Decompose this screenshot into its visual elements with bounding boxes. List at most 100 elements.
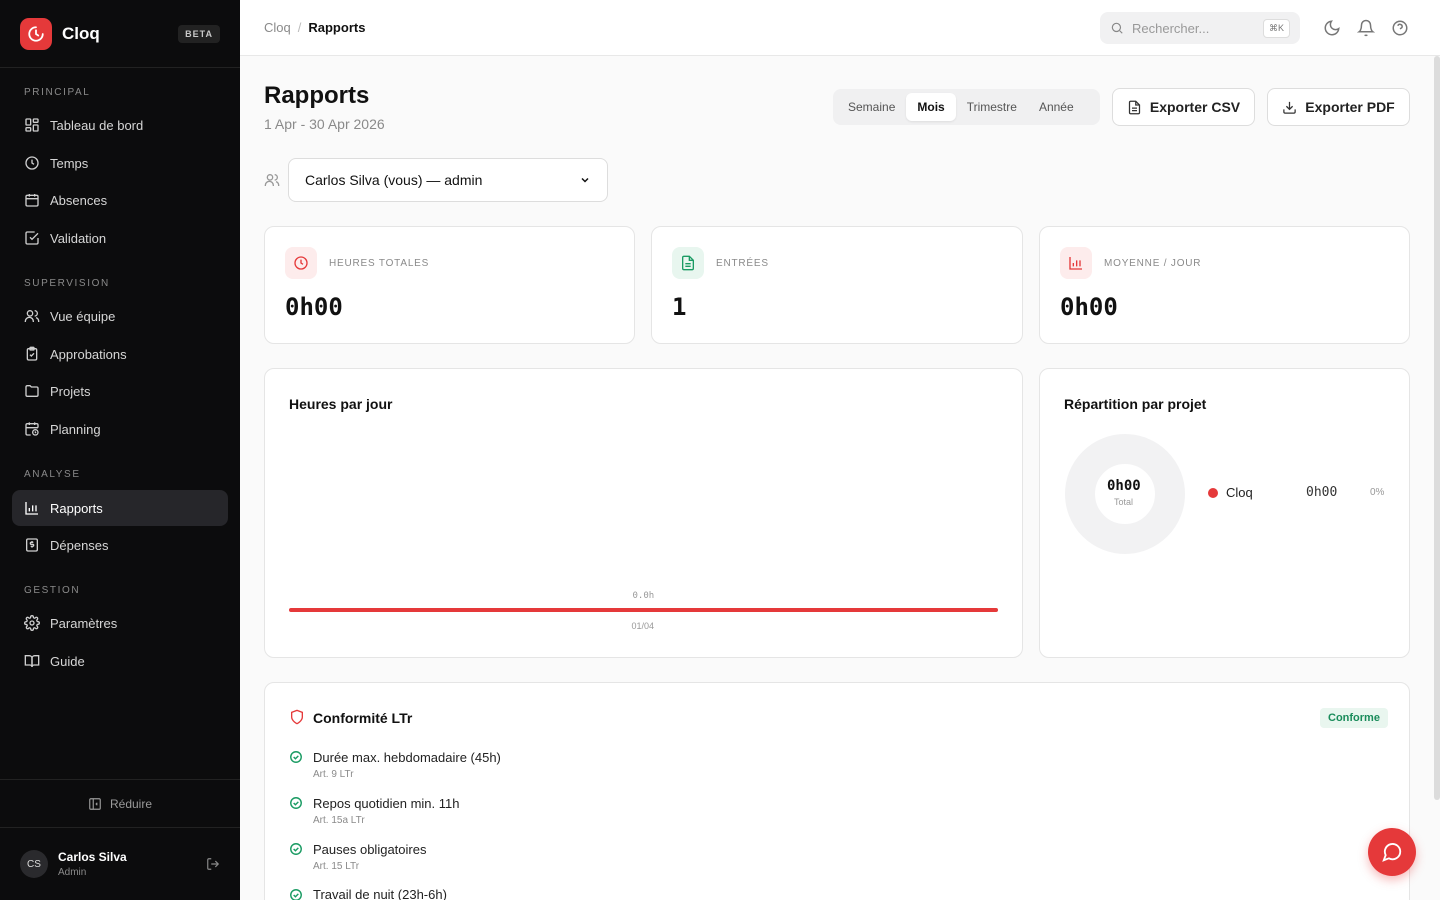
chart-title: Heures par jour	[289, 396, 393, 412]
search-input[interactable]: Rechercher... ⌘K	[1100, 12, 1300, 44]
clock-icon	[285, 247, 317, 279]
chevron-down-icon	[581, 177, 589, 183]
legend-dot	[1208, 488, 1218, 498]
section-title-gestion: GESTION	[24, 585, 81, 596]
hours-chart-card: Heures par jour 0.0h 01/04	[264, 368, 1023, 658]
section-title-analyse: ANALYSE	[24, 469, 81, 480]
sidebar-item-vue-equipe[interactable]: Vue équipe	[12, 298, 228, 334]
calendar-clock-icon	[25, 422, 39, 436]
period-week[interactable]: Semaine	[837, 93, 906, 121]
beta-badge: BETA	[178, 24, 220, 43]
help-icon[interactable]	[1391, 19, 1409, 37]
sidebar-item-projets[interactable]: Projets	[12, 373, 228, 409]
user-role: Admin	[58, 867, 87, 878]
bar-value-label: 0.0h	[632, 591, 655, 601]
export-pdf-button[interactable]: Exporter PDF	[1267, 88, 1410, 126]
breadcrumb-root[interactable]: Cloq	[264, 20, 291, 35]
sidebar-item-label: Projets	[50, 383, 91, 399]
user-select-value: Carlos Silva (vous) — admin	[305, 172, 483, 188]
sidebar-item-rapports[interactable]: Rapports	[12, 490, 228, 526]
sidebar-item-label: Validation	[50, 230, 107, 246]
users-icon	[264, 174, 280, 186]
period-quarter[interactable]: Trimestre	[956, 93, 1028, 121]
calendar-icon	[25, 194, 39, 207]
stat-value: 0h00	[285, 293, 343, 321]
legend-hours: 0h00	[1306, 485, 1338, 500]
rule-reference: Art. 15a LTr	[313, 815, 365, 826]
sidebar-item-depenses[interactable]: Dépenses	[12, 527, 228, 563]
sidebar-item-guide[interactable]: Guide	[12, 643, 228, 679]
stat-card-total-hours: HEURES TOTALES 0h00	[264, 226, 635, 344]
sidebar-item-label: Approbations	[50, 346, 127, 362]
legend-name[interactable]: Cloq	[1226, 485, 1253, 500]
stat-card-average: MOYENNE / JOUR 0h00	[1039, 226, 1410, 344]
donut-total-value: 0h00	[1107, 478, 1141, 494]
collapse-sidebar-button[interactable]: Réduire	[0, 779, 240, 827]
sidebar-item-temps[interactable]: Temps	[12, 145, 228, 181]
sidebar-item-validation[interactable]: Validation	[12, 220, 228, 256]
gear-icon	[24, 615, 40, 631]
logo-icon	[20, 17, 52, 50]
panel-left-icon	[89, 797, 101, 810]
bar-chart-icon	[1060, 247, 1092, 279]
rule-reference: Art. 9 LTr	[313, 769, 354, 780]
donut-chart	[1065, 434, 1185, 554]
check-square-icon	[25, 231, 39, 245]
stat-label: ENTRÉES	[716, 258, 769, 269]
period-year[interactable]: Année	[1028, 93, 1085, 121]
receipt-icon	[26, 538, 38, 552]
stat-label: HEURES TOTALES	[329, 258, 430, 269]
user-select[interactable]: Carlos Silva (vous) — admin	[288, 158, 608, 202]
bar[interactable]	[289, 608, 998, 612]
check-circle-icon	[290, 843, 302, 855]
project-chart-card: Répartition par projet 0h00 Total Cloq 0…	[1039, 368, 1410, 658]
sidebar-item-label: Planning	[50, 421, 101, 437]
sidebar-item-label: Absences	[50, 192, 108, 208]
topbar: Cloq / Rapports Rechercher... ⌘K	[240, 0, 1440, 56]
sidebar: Cloq BETA PRINCIPAL Tableau de bord Temp…	[0, 0, 240, 900]
stat-label: MOYENNE / JOUR	[1104, 258, 1202, 269]
donut-track	[1065, 434, 1185, 554]
export-csv-label: Exporter CSV	[1149, 99, 1241, 115]
bar-chart-icon	[25, 502, 38, 515]
stat-value: 1	[672, 293, 687, 321]
brand: Cloq BETA	[0, 0, 240, 68]
sidebar-item-label: Dépenses	[50, 537, 109, 553]
sidebar-item-label: Vue équipe	[50, 308, 116, 324]
sidebar-item-dashboard[interactable]: Tableau de bord	[12, 107, 228, 143]
folder-icon	[25, 385, 39, 397]
compliance-card: Conformité LTr Conforme	[264, 682, 1410, 900]
user-profile[interactable]: CS Carlos Silva Admin	[0, 827, 240, 900]
donut-total-label: Total	[1114, 497, 1134, 507]
sidebar-item-label: Rapports	[50, 500, 103, 516]
sidebar-item-approbations[interactable]: Approbations	[12, 336, 228, 372]
period-selector: Semaine Mois Trimestre Année	[833, 89, 1100, 125]
status-badge: Conforme	[1320, 708, 1388, 728]
scrollbar[interactable]	[1434, 56, 1440, 800]
chart-title: Répartition par projet	[1064, 396, 1207, 412]
breadcrumb-current: Rapports	[308, 20, 366, 35]
export-csv-button[interactable]: Exporter CSV	[1112, 88, 1255, 126]
file-text-icon	[1128, 100, 1140, 114]
legend-percent: 0%	[1370, 487, 1385, 498]
page-title: Rapports	[264, 82, 370, 109]
check-circle-icon	[290, 889, 302, 900]
users-icon	[24, 310, 40, 322]
search-shortcut: ⌘K	[1262, 18, 1290, 38]
sidebar-item-label: Temps	[50, 155, 89, 171]
sidebar-item-parametres[interactable]: Paramètres	[12, 605, 228, 641]
dashboard-icon	[25, 118, 39, 132]
moon-icon[interactable]	[1323, 19, 1341, 37]
search-placeholder: Rechercher...	[1132, 20, 1210, 36]
sidebar-item-planning[interactable]: Planning	[12, 411, 228, 447]
book-icon	[24, 655, 40, 668]
compliance-title: Conformité LTr	[313, 710, 413, 726]
stat-value: 0h00	[1060, 293, 1118, 321]
sidebar-item-absences[interactable]: Absences	[12, 182, 228, 218]
chat-button[interactable]	[1368, 828, 1416, 876]
search-icon	[1111, 22, 1123, 34]
period-month[interactable]: Mois	[906, 93, 956, 121]
rule-title: Durée max. hebdomadaire (45h)	[313, 750, 501, 765]
logout-icon[interactable]	[206, 857, 220, 871]
bell-icon[interactable]	[1357, 19, 1375, 37]
